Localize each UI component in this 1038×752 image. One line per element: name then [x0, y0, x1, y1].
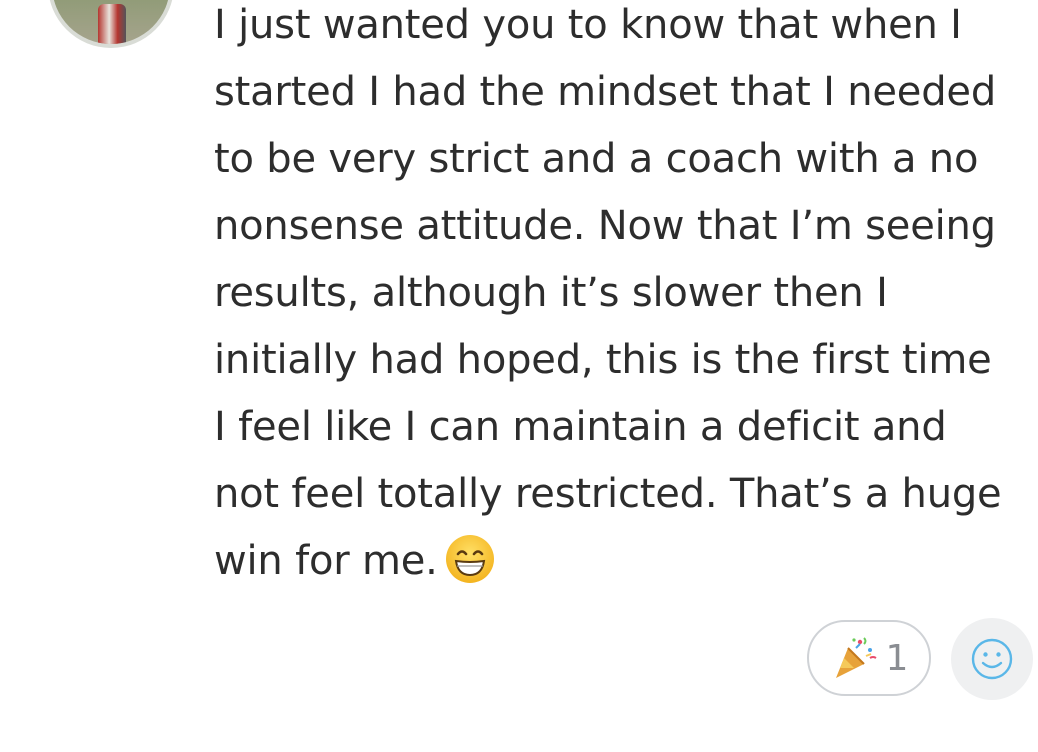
message-line: win for me.: [214, 538, 438, 584]
message-line: I feel like I can maintain a deficit and: [214, 404, 947, 450]
party-popper-icon: [835, 637, 877, 678]
message-line: nonsense attitude. Now that I’m seeing: [214, 203, 996, 249]
message-line: to be very strict and a coach with a no: [214, 136, 979, 182]
message-line: not feel totally restricted. That’s a hu…: [214, 471, 1002, 517]
avatar-photo: [52, 0, 170, 44]
message-line: I just wanted you to know that when I: [214, 2, 962, 48]
grinning-face-icon: [445, 535, 494, 583]
avatar-figure: [98, 4, 126, 44]
message-screen: I just wanted you to know that when I st…: [0, 0, 1038, 752]
smiley-icon: [971, 638, 1013, 680]
reaction-count: 1: [885, 637, 909, 679]
message-line: started I had the mindset that I needed: [214, 69, 997, 115]
reaction-party-button[interactable]: 1: [807, 620, 931, 696]
message-line: results, although it’s slower then I: [214, 270, 888, 316]
avatar[interactable]: [48, 0, 174, 48]
add-reaction-button[interactable]: [951, 618, 1033, 700]
message-text: I just wanted you to know that when I st…: [214, 0, 1034, 595]
message-line: initially had hoped, this is the first t…: [214, 337, 992, 383]
